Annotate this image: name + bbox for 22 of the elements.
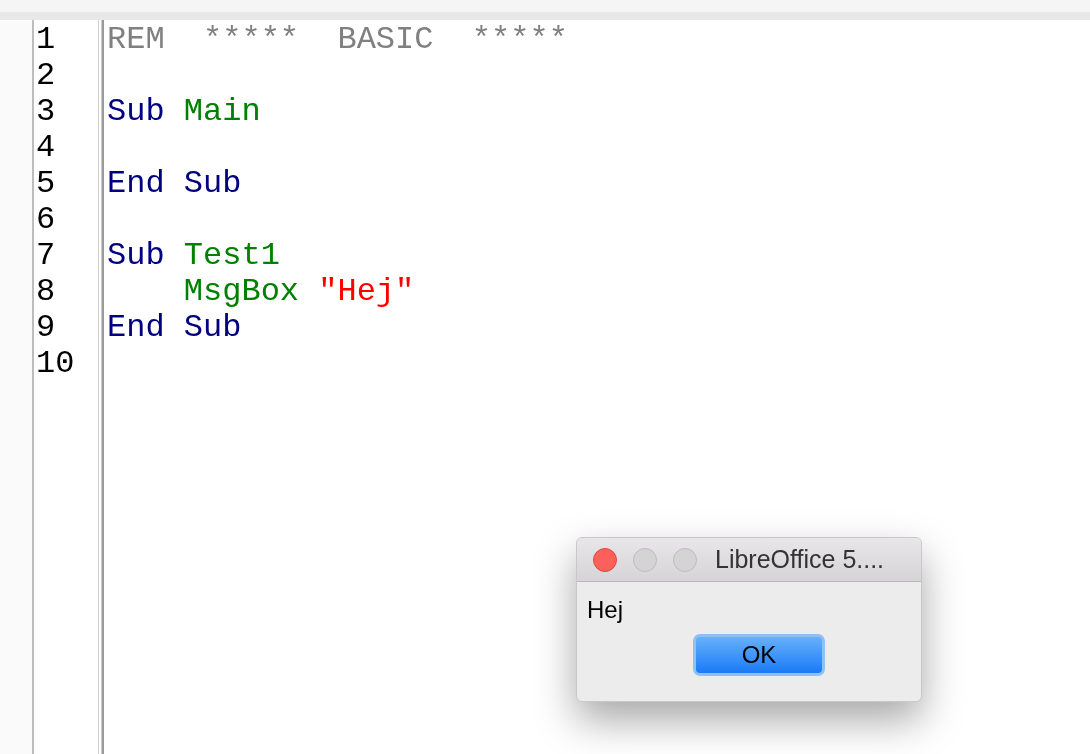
- ok-button[interactable]: OK: [693, 634, 825, 676]
- code-line: End Sub: [107, 165, 242, 202]
- dialog-title: LibreOffice 5....: [715, 545, 885, 574]
- code-line: Sub Test1: [107, 237, 280, 274]
- line-number: 6: [36, 202, 57, 238]
- dialog-message: Hej: [586, 595, 624, 624]
- line-number: 4: [36, 130, 57, 166]
- line-number: 2: [36, 58, 57, 94]
- code-line: REM ***** BASIC *****: [107, 21, 568, 58]
- line-number: 8: [36, 274, 57, 310]
- line-number: 10: [36, 346, 76, 382]
- line-number: 1: [36, 22, 57, 58]
- line-number: 9: [36, 310, 57, 346]
- close-button[interactable]: [593, 547, 617, 572]
- line-number: 7: [36, 238, 57, 274]
- line-number: 5: [36, 166, 57, 202]
- minimize-button[interactable]: [633, 547, 657, 572]
- code-line: MsgBox "Hej": [182, 273, 415, 310]
- zoom-button[interactable]: [673, 547, 697, 572]
- line-number: 3: [36, 94, 57, 130]
- code-line: Sub Main: [107, 93, 261, 130]
- code-line: End Sub: [107, 309, 242, 346]
